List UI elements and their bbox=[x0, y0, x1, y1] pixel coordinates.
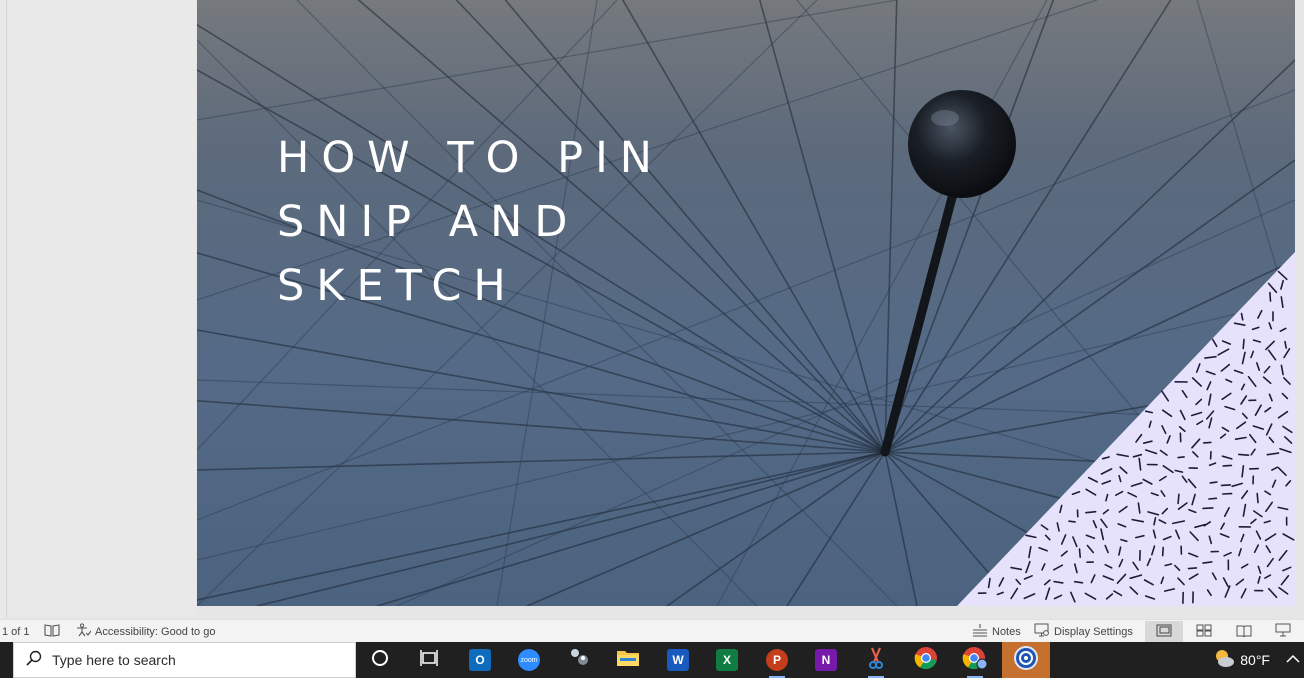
slide-count-label: 1 of 1 bbox=[2, 625, 30, 638]
search-icon bbox=[26, 650, 42, 671]
security-app-icon bbox=[1013, 645, 1039, 676]
monitor-settings-icon bbox=[1034, 623, 1050, 640]
notes-icon bbox=[972, 623, 988, 640]
task-view-icon bbox=[419, 649, 439, 672]
taskbar-search-box[interactable]: Type here to search bbox=[13, 642, 356, 678]
taskbar-app-onenote[interactable]: N bbox=[812, 646, 840, 674]
cortana-circle-icon bbox=[371, 649, 389, 672]
taskbar-app-snip-and-sketch[interactable] bbox=[862, 646, 890, 678]
title-line: HOW TO PIN bbox=[277, 133, 664, 183]
status-bar: 1 of 1 Accessibility: Good to go Notes D… bbox=[0, 619, 1304, 643]
zoom-icon: zoom bbox=[518, 649, 540, 671]
display-settings-label: Display Settings bbox=[1054, 625, 1133, 638]
taskbar-app-powerpoint[interactable]: P bbox=[763, 646, 791, 678]
normal-view-icon bbox=[1156, 624, 1172, 640]
pin-head bbox=[908, 90, 1016, 198]
display-settings-button[interactable]: Display Settings bbox=[1034, 620, 1133, 643]
taskbar: Type here to search O zoom W X P N 80°F bbox=[0, 642, 1304, 678]
excel-icon: X bbox=[716, 649, 738, 671]
accessibility-icon bbox=[76, 623, 92, 640]
slide-show-button[interactable] bbox=[1264, 621, 1302, 642]
canvas-margin bbox=[1296, 0, 1304, 618]
word-icon: W bbox=[667, 649, 689, 671]
reading-view-icon bbox=[1236, 624, 1252, 640]
chevron-up-icon[interactable] bbox=[1286, 651, 1300, 669]
notes-label: Notes bbox=[992, 625, 1021, 638]
reading-view-button[interactable] bbox=[1225, 621, 1263, 642]
grid-view-icon bbox=[1196, 624, 1212, 640]
slide-count[interactable]: 1 of 1 bbox=[2, 620, 30, 643]
taskbar-app-people[interactable] bbox=[565, 646, 593, 674]
taskbar-app-chrome-profile[interactable] bbox=[961, 646, 989, 678]
title-line: SKETCH bbox=[277, 261, 518, 311]
presentation-icon bbox=[1275, 623, 1291, 640]
folder-icon bbox=[616, 648, 640, 673]
system-tray: 80°F bbox=[1212, 642, 1304, 678]
slide-canvas[interactable]: HOW TO PIN SNIP AND SKETCH bbox=[197, 0, 1295, 606]
task-view-button[interactable] bbox=[415, 646, 443, 674]
powerpoint-icon: P bbox=[766, 649, 788, 671]
taskbar-app-file-explorer[interactable] bbox=[614, 646, 642, 674]
slide-title[interactable]: HOW TO PIN SNIP AND SKETCH bbox=[277, 126, 664, 318]
chrome-profile-icon bbox=[962, 646, 988, 675]
onenote-icon: N bbox=[815, 649, 837, 671]
taskbar-app-zoom[interactable]: zoom bbox=[515, 646, 543, 674]
start-button[interactable] bbox=[0, 642, 13, 678]
notes-button[interactable]: Notes bbox=[972, 620, 1021, 643]
taskbar-app-chrome[interactable] bbox=[912, 646, 940, 674]
search-placeholder: Type here to search bbox=[52, 652, 176, 668]
outlook-icon: O bbox=[469, 649, 491, 671]
title-line: SNIP AND bbox=[277, 197, 580, 247]
scissors-icon bbox=[864, 646, 888, 675]
accessibility-status[interactable]: Accessibility: Good to go bbox=[76, 620, 215, 643]
taskbar-app-word[interactable]: W bbox=[664, 646, 692, 674]
taskbar-app-excel[interactable]: X bbox=[713, 646, 741, 674]
weather-icon[interactable] bbox=[1212, 648, 1236, 673]
cortana-button[interactable] bbox=[366, 646, 394, 674]
book-check-icon bbox=[44, 623, 60, 640]
slide-sorter-button[interactable] bbox=[1185, 621, 1223, 642]
pane-divider bbox=[6, 0, 7, 618]
slide-thumbnail-pane[interactable] bbox=[0, 0, 196, 618]
accessibility-label: Accessibility: Good to go bbox=[95, 625, 216, 638]
weather-temperature[interactable]: 80°F bbox=[1240, 652, 1270, 668]
spelling-check[interactable] bbox=[44, 620, 60, 643]
normal-view-button[interactable] bbox=[1145, 621, 1183, 642]
chrome-icon bbox=[914, 646, 938, 675]
taskbar-app-security-app[interactable] bbox=[1002, 642, 1050, 678]
taskbar-app-outlook[interactable]: O bbox=[466, 646, 494, 674]
people-icon bbox=[567, 646, 591, 675]
